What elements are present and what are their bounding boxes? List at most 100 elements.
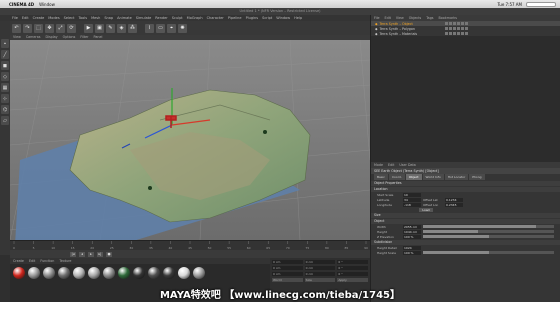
object-menu-tags[interactable]: Tags [426,15,433,21]
material-swatch[interactable] [193,267,205,279]
tab-hot-locator[interactable]: Hot Locator [444,174,469,180]
tab-world-info[interactable]: World Info [422,174,444,180]
select-icon[interactable]: ⬚ [34,23,43,33]
render-icon[interactable]: ▶ [84,23,93,33]
height-field[interactable]: 1044 cm [403,229,421,234]
redo-icon[interactable]: ↷ [23,23,32,33]
object-menu-objects[interactable]: Objects [409,15,421,21]
cloner-icon[interactable]: ⁂ [128,23,137,33]
object-manager-empty-area[interactable] [371,36,560,162]
object-tags[interactable] [445,27,560,30]
object-menu-file[interactable]: File [374,15,380,21]
coordinate-field[interactable]: 0 cm [304,272,336,276]
object-menu-bookmarks[interactable]: Bookmarks [439,15,457,21]
object-tags[interactable] [445,22,560,25]
pen-icon[interactable]: ✎ [106,23,115,33]
section-size[interactable]: Size [371,213,560,218]
longitude-field[interactable]: -118 [403,202,421,207]
latitude-field[interactable]: 34 [403,197,421,202]
coordinate-field[interactable]: 0 cm [272,260,303,264]
offset-lat-field[interactable]: 0.1234 [445,197,463,202]
workplane-icon[interactable]: ▱ [1,116,9,125]
location-marker-icon[interactable] [148,186,152,190]
coordinate-field[interactable]: 0 cm [272,272,303,276]
apply-button[interactable]: Apply [337,278,369,282]
camera-icon[interactable]: ⌖ [167,23,176,33]
viewport-perspective[interactable] [10,40,370,240]
material-menu-edit[interactable]: Edit [29,258,35,264]
texture-icon[interactable]: ▦ [1,83,9,92]
light-icon[interactable]: ✺ [178,23,187,33]
coord-world-select[interactable]: World [272,278,303,282]
coordinate-field[interactable]: 0 ° [337,266,369,270]
height-scale-slider[interactable] [423,251,554,254]
material-menu-function[interactable]: Function [40,258,54,264]
tab-phong[interactable]: Phong [469,174,485,180]
object-tags[interactable] [445,32,560,35]
z-elevation-slider[interactable] [423,235,554,238]
right-panel: File Edit View Objects Tags Bookmarks ◆ Terra … [370,15,560,302]
cube-icon[interactable]: ▣ [95,23,104,33]
coordinate-field[interactable]: 0 cm [304,260,336,264]
material-swatch[interactable] [43,267,55,279]
z-elevation-field[interactable]: 100 % [403,234,421,239]
coord-size-select[interactable]: Size [304,278,336,282]
z-elevation-row: Z Elevation 100 % [371,234,560,239]
coordinate-field[interactable]: 0 ° [337,260,369,264]
offset-lon-field[interactable]: 0.2345 [445,202,463,207]
scale-icon[interactable]: ⤢ [56,23,65,33]
material-swatch[interactable] [148,267,160,279]
tab-basic[interactable]: Basic [374,174,388,180]
subdivide-icon[interactable]: ◈ [117,23,126,33]
coordinate-field[interactable]: 0 ° [337,272,369,276]
start-scale-field[interactable]: 10 [403,192,421,197]
coordinate-field[interactable]: 0 cm [272,266,303,270]
snap-icon[interactable]: ⌬ [1,105,9,114]
object-menu-edit[interactable]: Edit [385,15,391,21]
tab-object[interactable]: Object [405,174,422,180]
record-icon[interactable]: ● [106,251,112,257]
object-menu-view[interactable]: View [396,15,404,21]
deformer-icon[interactable]: ⌇ [145,23,154,33]
material-menu-texture[interactable]: Texture [59,258,71,264]
model-icon[interactable]: ◇ [1,72,9,81]
width-slider[interactable] [423,225,554,228]
terrain-scene[interactable] [10,40,370,240]
load-button[interactable]: Load [419,208,433,212]
material-swatch[interactable] [103,267,115,279]
step-back-icon[interactable]: ◂ [79,251,85,257]
location-marker-icon[interactable] [263,130,267,134]
height-detail-field[interactable]: 1024 [403,245,421,250]
move-icon[interactable]: ✥ [45,23,54,33]
section-object-properties[interactable]: Object Properties [371,181,560,186]
step-forward-icon[interactable]: ▸| [97,251,103,257]
edges-icon[interactable]: ╱ [1,50,9,59]
height-scale-field[interactable]: 100 % [403,250,421,255]
material-menu-create[interactable]: Create [13,258,24,264]
width-field[interactable]: 2055 cm [403,224,421,229]
points-icon[interactable]: ∙ [1,39,9,48]
go-to-start-icon[interactable]: |◂ [70,251,76,257]
spotlight-search-field[interactable] [526,1,556,7]
tab-coord-[interactable]: Coord. [388,174,405,180]
material-swatch[interactable] [178,267,190,279]
timeline-ruler[interactable]: 0 5 10 15 20 25 30 35 40 45 50 55 60 65 70 75 80 85 90 [10,240,370,250]
play-icon[interactable]: ▸ [88,251,94,257]
material-swatch[interactable] [133,267,145,279]
rotate-icon[interactable]: ⟳ [67,23,76,33]
material-swatch[interactable] [73,267,85,279]
material-swatch[interactable] [163,267,175,279]
coordinate-field[interactable]: 0 cm [304,266,336,270]
material-swatch[interactable] [118,267,130,279]
material-swatch[interactable] [58,267,70,279]
floor-icon[interactable]: ▭ [156,23,165,33]
window-menu[interactable]: Window [39,2,55,7]
material-swatch[interactable] [88,267,100,279]
polygons-icon[interactable]: ◼ [1,61,9,70]
app-menu[interactable]: CINEMA 4D [9,2,34,7]
height-slider[interactable] [423,230,554,233]
undo-icon[interactable]: ↶ [12,23,21,33]
axis-icon[interactable]: ⊹ [1,94,9,103]
material-swatch[interactable] [13,267,25,279]
material-swatch[interactable] [28,267,40,279]
